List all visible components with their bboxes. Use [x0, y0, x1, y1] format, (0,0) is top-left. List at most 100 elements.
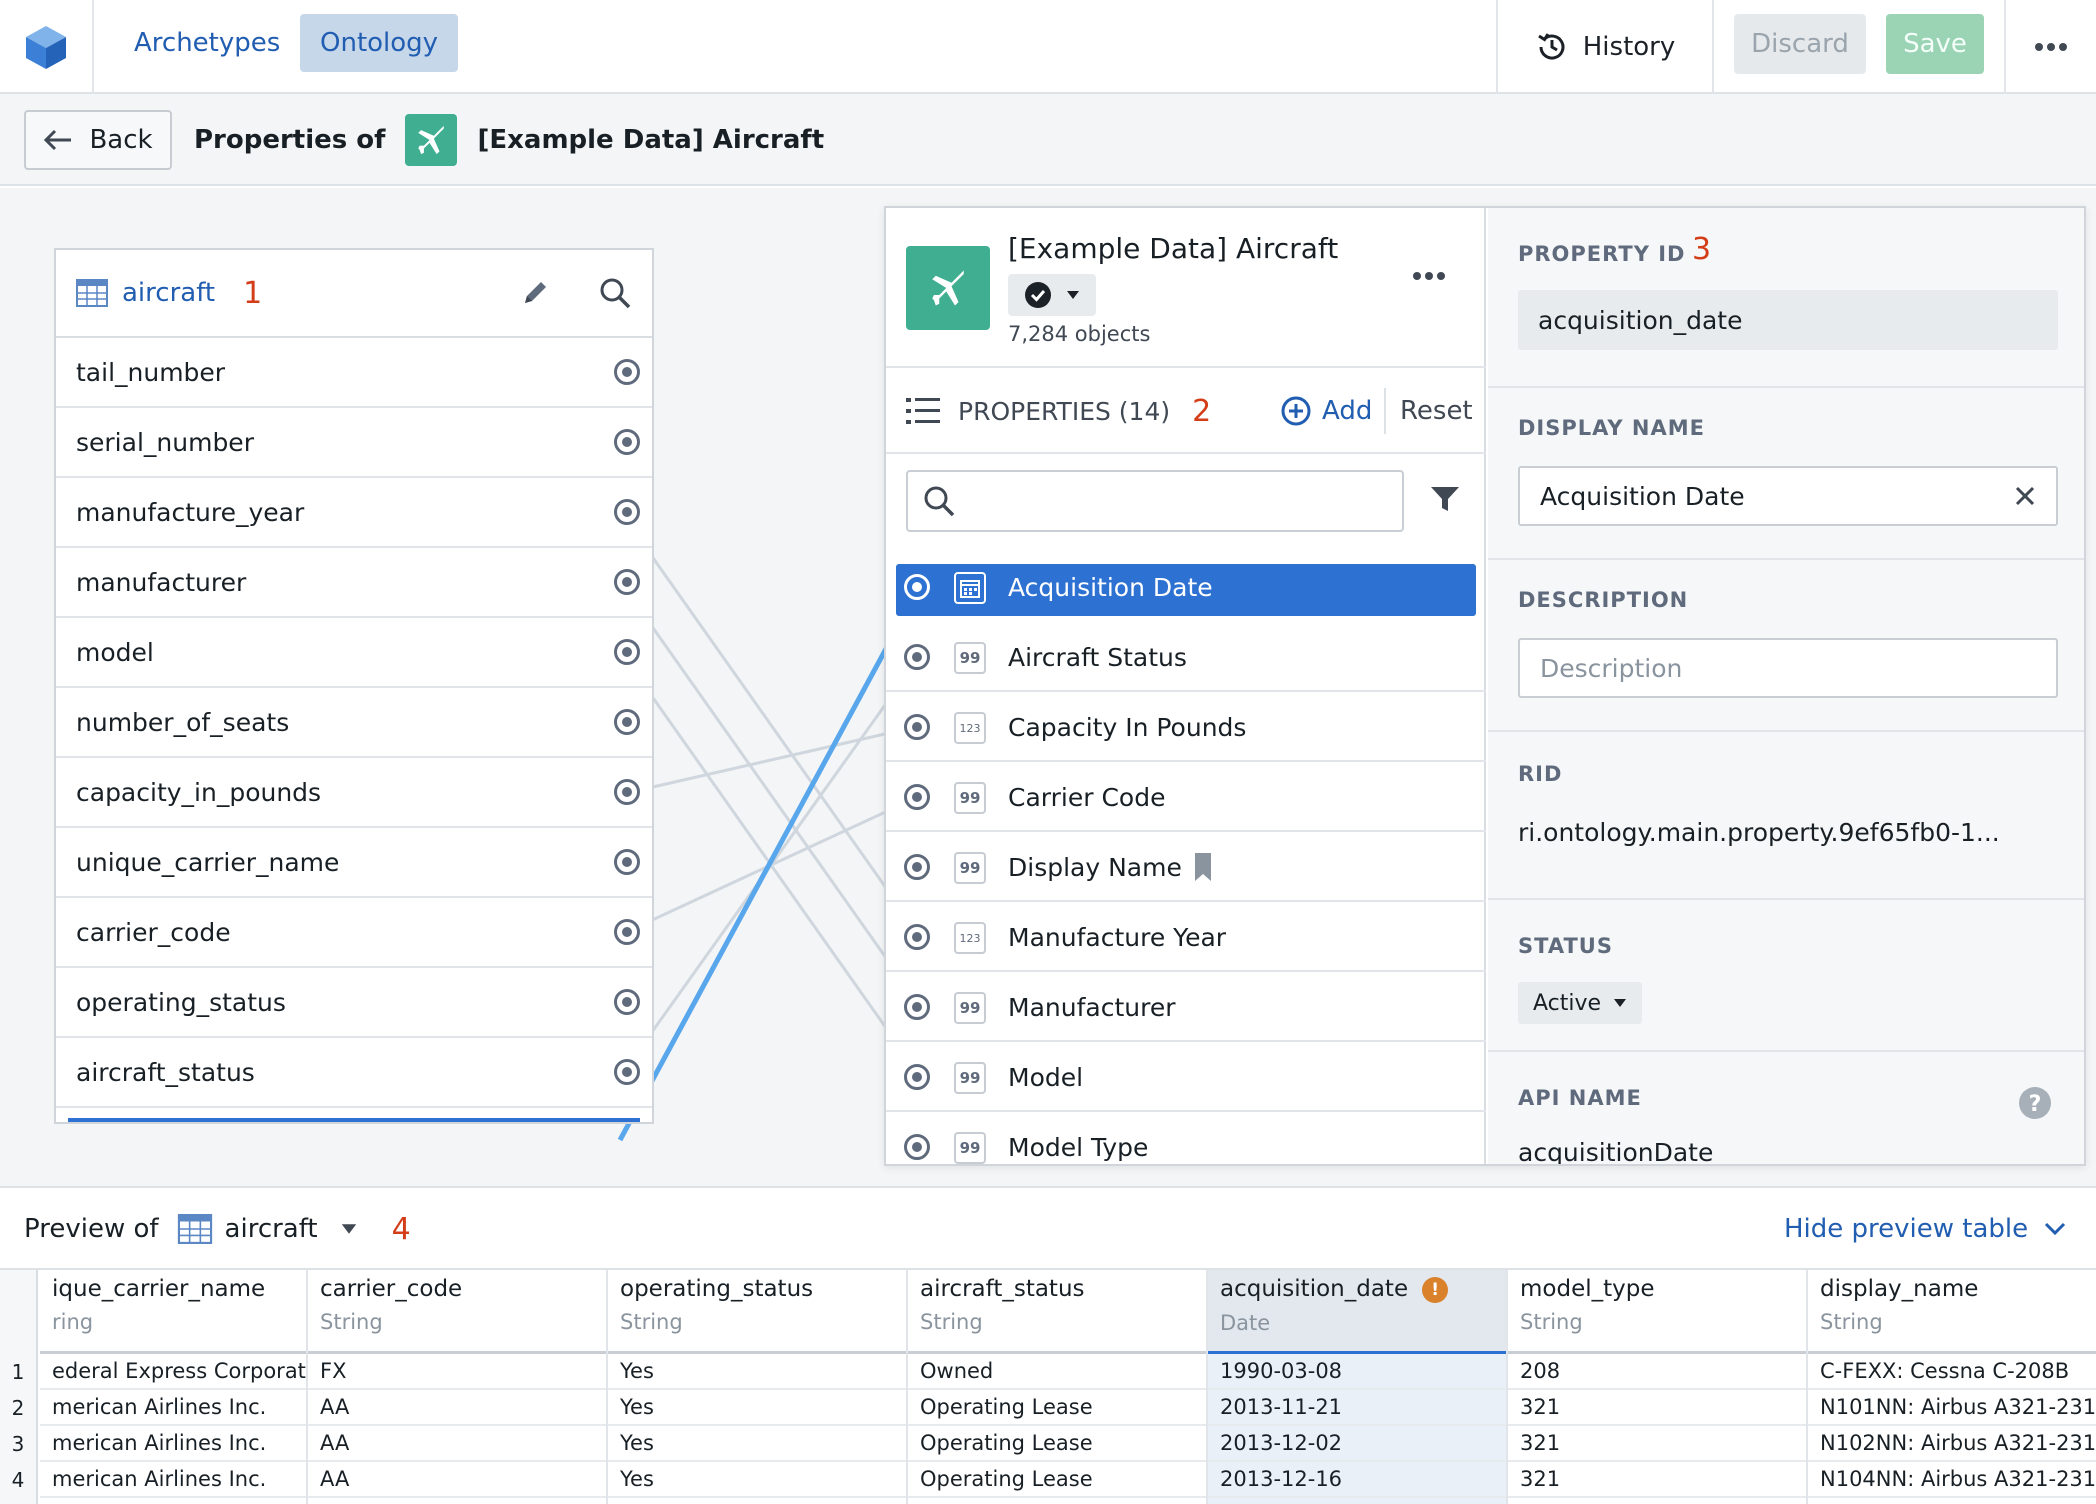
display-name-input[interactable]: [1540, 481, 2000, 511]
object-more-button[interactable]: [1412, 266, 1446, 285]
table-cell[interactable]: Operating Lease: [908, 1390, 1206, 1426]
connector-icon[interactable]: [614, 779, 640, 805]
property-row-acquisition-date[interactable]: Acquisition Date: [886, 558, 1486, 628]
table-cell[interactable]: Yes: [608, 1390, 906, 1426]
column-header[interactable]: acquisition_date! Date: [1208, 1270, 1506, 1354]
table-column[interactable]: aircraft_status String Owned Operating Le…: [908, 1270, 1208, 1504]
connector-icon[interactable]: [904, 714, 930, 740]
connector-icon[interactable]: [614, 919, 640, 945]
table-cell[interactable]: Operating Lease: [908, 1462, 1206, 1498]
column-header[interactable]: carrier_code String: [308, 1270, 606, 1354]
search-icon[interactable]: [598, 276, 632, 310]
property-row-display-name[interactable]: 99 Display Name: [886, 832, 1486, 902]
table-cell[interactable]: 321: [1508, 1426, 1806, 1462]
connector-icon[interactable]: [904, 784, 930, 810]
warning-icon[interactable]: !: [1422, 1276, 1449, 1303]
connector-icon[interactable]: [904, 854, 930, 880]
property-row-carrier-code[interactable]: 99 Carrier Code: [886, 762, 1486, 832]
connector-icon[interactable]: [904, 1134, 930, 1160]
table-column[interactable]: model_type String 208 321 321 321: [1508, 1270, 1808, 1504]
table-column[interactable]: ique_carrier_name ring ederal Express Cor…: [40, 1270, 308, 1504]
table-column[interactable]: carrier_code String FX AA AA AA: [308, 1270, 608, 1504]
dataset-column[interactable]: number_of_seats: [56, 688, 652, 758]
table-cell[interactable]: N102NN: Airbus A321-231: [1808, 1426, 2096, 1462]
description-field[interactable]: [1518, 638, 2058, 698]
table-cell[interactable]: Operating Lease: [908, 1426, 1206, 1462]
help-icon[interactable]: ?: [2018, 1086, 2052, 1120]
table-cell[interactable]: AA: [308, 1426, 606, 1462]
column-header[interactable]: model_type String: [1508, 1270, 1806, 1354]
table-cell[interactable]: Yes: [608, 1354, 906, 1390]
column-header[interactable]: display_name String: [1808, 1270, 2096, 1354]
add-property-button[interactable]: Add: [1280, 368, 1372, 454]
status-dropdown[interactable]: Active: [1518, 982, 1642, 1024]
dataset-column[interactable]: serial_number: [56, 408, 652, 478]
table-cell[interactable]: Yes: [608, 1426, 906, 1462]
column-header[interactable]: aircraft_status String: [908, 1270, 1206, 1354]
table-cell[interactable]: 1990-03-08: [1208, 1354, 1506, 1390]
connector-icon[interactable]: [904, 994, 930, 1020]
connector-icon[interactable]: [614, 359, 640, 385]
dataset-column[interactable]: tail_number: [56, 338, 652, 408]
table-cell[interactable]: merican Airlines Inc.: [40, 1390, 306, 1426]
property-search-input[interactable]: [966, 487, 1386, 515]
table-column-selected[interactable]: acquisition_date! Date 1990-03-08 2013-11…: [1208, 1270, 1508, 1504]
table-cell[interactable]: N101NN: Airbus A321-231: [1808, 1390, 2096, 1426]
table-cell[interactable]: AA: [308, 1462, 606, 1498]
table-cell[interactable]: Yes: [608, 1462, 906, 1498]
reset-button[interactable]: Reset: [1384, 388, 1473, 434]
connector-icon[interactable]: [614, 429, 640, 455]
table-cell[interactable]: merican Airlines Inc.: [40, 1426, 306, 1462]
property-row-manufacture-year[interactable]: 123 Manufacture Year: [886, 902, 1486, 972]
table-cell[interactable]: C-FEXX: Cessna C-208B: [1808, 1354, 2096, 1390]
dataset-column[interactable]: model: [56, 618, 652, 688]
clear-icon[interactable]: [2014, 485, 2036, 507]
table-cell[interactable]: 2013-12-16: [1208, 1462, 1506, 1498]
table-cell[interactable]: AA: [308, 1390, 606, 1426]
preview-dataset-dropdown[interactable]: aircraft: [177, 1214, 358, 1244]
table-cell[interactable]: 2013-12-02: [1208, 1426, 1506, 1462]
connector-icon[interactable]: [614, 1059, 640, 1085]
connector-icon[interactable]: [614, 569, 640, 595]
table-cell[interactable]: N104NN: Airbus A321-231: [1808, 1462, 2096, 1498]
pencil-icon[interactable]: [520, 278, 550, 308]
dataset-column[interactable]: capacity_in_pounds: [56, 758, 652, 828]
column-header[interactable]: operating_status String: [608, 1270, 906, 1354]
display-name-field[interactable]: [1518, 466, 2058, 526]
dataset-column[interactable]: unique_carrier_name: [56, 828, 652, 898]
table-column[interactable]: operating_status String Yes Yes Yes Yes: [608, 1270, 908, 1504]
connector-icon[interactable]: [614, 709, 640, 735]
property-row-manufacturer[interactable]: 99 Manufacturer: [886, 972, 1486, 1042]
connector-icon[interactable]: [904, 574, 930, 600]
table-column[interactable]: display_name String C-FEXX: Cessna C-208B…: [1808, 1270, 2096, 1504]
dataset-column[interactable]: aircraft_status: [56, 1038, 652, 1108]
dataset-column[interactable]: operating_status: [56, 968, 652, 1038]
property-search-box[interactable]: [906, 470, 1404, 532]
connector-icon[interactable]: [904, 644, 930, 670]
property-row-model[interactable]: 99 Model: [886, 1042, 1486, 1112]
dataset-name[interactable]: aircraft: [122, 278, 215, 308]
connector-icon[interactable]: [614, 989, 640, 1015]
filter-icon[interactable]: [1430, 484, 1460, 514]
property-row-model-type[interactable]: 99 Model Type: [886, 1112, 1486, 1164]
dataset-column[interactable]: carrier_code: [56, 898, 652, 968]
table-cell[interactable]: merican Airlines Inc.: [40, 1462, 306, 1498]
table-cell[interactable]: ederal Express Corporation: [40, 1354, 306, 1390]
table-cell[interactable]: FX: [308, 1354, 606, 1390]
object-status-dropdown[interactable]: [1008, 274, 1096, 316]
table-cell[interactable]: Owned: [908, 1354, 1206, 1390]
connector-icon[interactable]: [904, 1064, 930, 1090]
dataset-column[interactable]: manufacture_year: [56, 478, 652, 548]
connector-icon[interactable]: [904, 924, 930, 950]
connector-icon[interactable]: [614, 849, 640, 875]
dataset-column[interactable]: manufacturer: [56, 548, 652, 618]
connector-icon[interactable]: [614, 499, 640, 525]
table-cell[interactable]: 208: [1508, 1354, 1806, 1390]
property-row-capacity-in-pounds[interactable]: 123 Capacity In Pounds: [886, 692, 1486, 762]
table-cell[interactable]: 321: [1508, 1390, 1806, 1426]
connector-icon[interactable]: [614, 639, 640, 665]
column-header[interactable]: ique_carrier_name ring: [40, 1270, 306, 1354]
table-cell[interactable]: 321: [1508, 1462, 1806, 1498]
description-input[interactable]: [1540, 653, 2000, 683]
table-cell[interactable]: 2013-11-21: [1208, 1390, 1506, 1426]
